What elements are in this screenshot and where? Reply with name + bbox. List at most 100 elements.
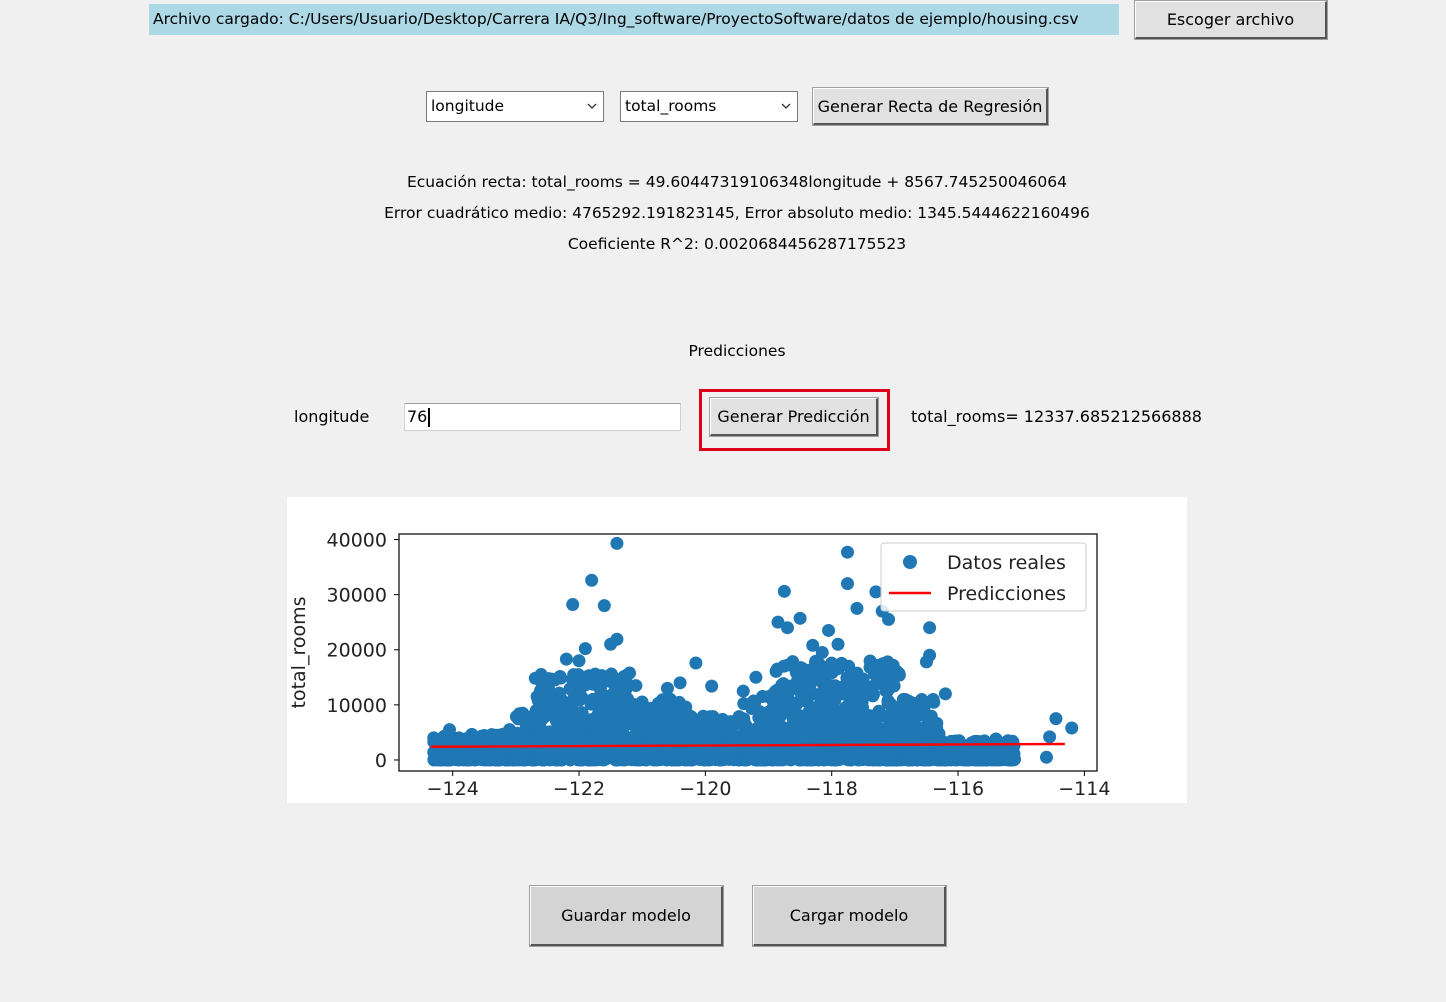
predictions-title: Predicciones (688, 342, 786, 360)
y-column-select[interactable]: total_rooms (620, 91, 798, 122)
data-point (566, 598, 580, 612)
data-point (821, 693, 835, 707)
load-model-button[interactable]: Cargar modelo (752, 885, 947, 947)
data-point (464, 746, 478, 760)
data-point (995, 749, 1009, 763)
data-point (610, 536, 624, 550)
x-tick-label: −120 (679, 778, 731, 800)
data-point (481, 753, 495, 767)
r2-coefficient: Coeficiente R^2: 0.0020684456287175523 (567, 235, 907, 253)
x-tick-label: −118 (806, 778, 858, 800)
data-point (923, 621, 937, 635)
data-point (882, 612, 896, 626)
data-point (868, 667, 882, 681)
data-point (880, 670, 894, 684)
data-point (925, 718, 939, 732)
data-point (534, 713, 548, 727)
data-point (736, 684, 750, 698)
data-point (844, 682, 858, 696)
data-point (740, 749, 754, 763)
data-point (927, 695, 941, 709)
data-point (793, 611, 807, 625)
data-point (589, 719, 603, 733)
data-point (554, 692, 568, 706)
data-point (686, 740, 700, 754)
data-point (1049, 712, 1063, 726)
data-point (854, 744, 868, 758)
data-point (561, 730, 575, 744)
data-point (831, 637, 845, 651)
data-point (840, 577, 854, 591)
regression-equation: Ecuación recta: total_rooms = 49.6044731… (406, 173, 1068, 191)
data-point (851, 715, 865, 729)
data-point (850, 601, 864, 615)
generate-regression-button[interactable]: Generar Recta de Regresión (812, 87, 1049, 126)
data-point (702, 729, 716, 743)
data-point (957, 745, 971, 759)
data-point (896, 702, 910, 716)
prediction-input[interactable]: 76 (404, 403, 681, 431)
x-tick-label: −124 (427, 778, 479, 800)
data-point (511, 712, 525, 726)
data-point (793, 716, 807, 730)
regression-plot: −124 −122 −120 −118 −116 −114 0 10000 20000 30000… (287, 497, 1187, 803)
data-point (689, 656, 703, 670)
data-point (634, 716, 648, 730)
x-tick-label: −114 (1058, 778, 1110, 800)
data-point (824, 666, 838, 680)
prediction-input-label: longitude (294, 407, 370, 426)
data-point (777, 584, 791, 598)
data-point (781, 690, 795, 704)
loaded-file-label: Archivo cargado: C:/Users/Usuario/Deskto… (149, 4, 1119, 35)
data-point (919, 655, 933, 669)
data-point (512, 747, 526, 761)
data-point (1065, 721, 1079, 735)
data-point (892, 668, 906, 682)
data-point (705, 712, 719, 726)
data-point (770, 662, 784, 676)
legend-label: Datos reales (947, 552, 1066, 574)
data-point (838, 714, 852, 728)
data-point (551, 711, 565, 725)
data-point (816, 724, 830, 738)
data-point (806, 749, 820, 763)
data-point (604, 637, 618, 651)
data-point (559, 652, 573, 666)
data-point (705, 679, 719, 693)
y-axis-label: total_rooms (288, 597, 310, 709)
save-model-button[interactable]: Guardar modelo (529, 885, 724, 947)
data-point (465, 727, 479, 741)
choose-file-button[interactable]: Escoger archivo (1134, 0, 1328, 40)
x-column-select[interactable]: longitude (426, 91, 604, 122)
data-point (697, 753, 711, 767)
y-tick-label: 40000 (327, 530, 387, 552)
prediction-output: total_rooms= 12337.685212566888 (911, 407, 1202, 426)
data-point (822, 623, 836, 637)
data-point (585, 573, 599, 587)
chevron-down-icon (781, 103, 791, 109)
data-point (858, 688, 872, 702)
data-point (673, 676, 687, 690)
data-point (882, 658, 896, 672)
chevron-down-icon (587, 103, 597, 109)
data-point (682, 718, 696, 732)
data-point (503, 723, 517, 737)
data-point (1043, 730, 1057, 744)
data-point (585, 751, 599, 765)
data-point (669, 752, 683, 766)
data-point (932, 750, 946, 764)
data-point (874, 722, 888, 736)
y-tick-label: 20000 (327, 640, 387, 662)
x-tick-label: −122 (553, 778, 605, 800)
data-point (534, 668, 548, 682)
y-tick-label: 10000 (327, 695, 387, 717)
legend-label: Predicciones (947, 583, 1066, 605)
data-point (840, 545, 854, 559)
data-point (572, 654, 586, 668)
data-point (895, 728, 909, 742)
data-point (792, 661, 806, 675)
data-point (443, 723, 457, 737)
data-point (881, 696, 895, 710)
data-point (1039, 750, 1053, 764)
data-point (572, 693, 586, 707)
